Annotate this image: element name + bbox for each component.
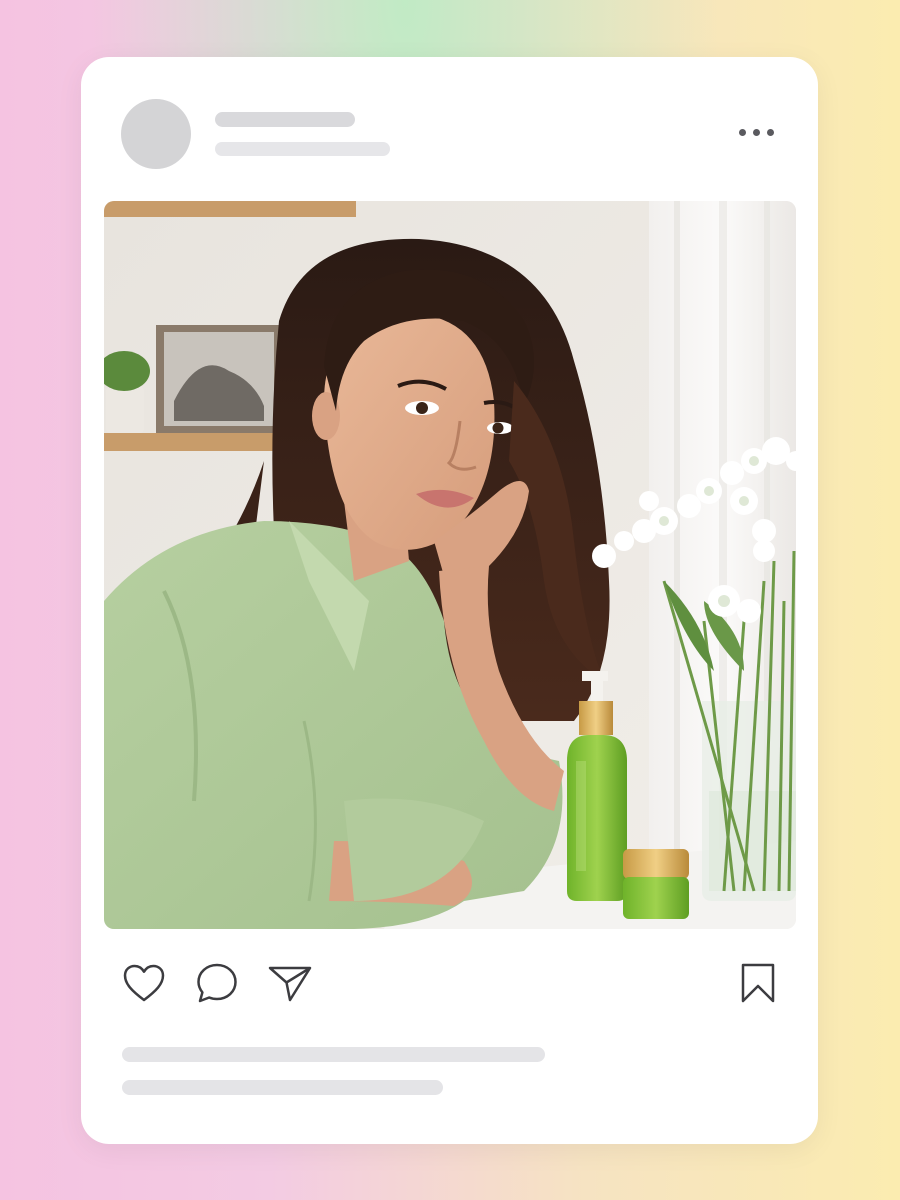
username-placeholder <box>215 112 355 127</box>
share-button[interactable] <box>267 960 313 1006</box>
bookmark-icon <box>741 963 775 1003</box>
post-card <box>81 57 818 1144</box>
caption-placeholder <box>122 1080 443 1095</box>
more-options-button[interactable] <box>731 119 781 145</box>
caption-placeholder <box>122 1047 545 1062</box>
more-horizontal-icon <box>739 129 746 136</box>
comment-button[interactable] <box>194 960 240 1006</box>
more-horizontal-icon <box>753 129 760 136</box>
heart-icon <box>123 964 165 1002</box>
post-image[interactable] <box>104 201 796 929</box>
save-button[interactable] <box>735 960 781 1006</box>
avatar[interactable] <box>121 99 191 169</box>
subtitle-placeholder <box>215 142 390 156</box>
comment-icon <box>197 963 237 1003</box>
send-icon <box>268 966 312 1002</box>
more-horizontal-icon <box>767 129 774 136</box>
like-button[interactable] <box>121 960 167 1006</box>
